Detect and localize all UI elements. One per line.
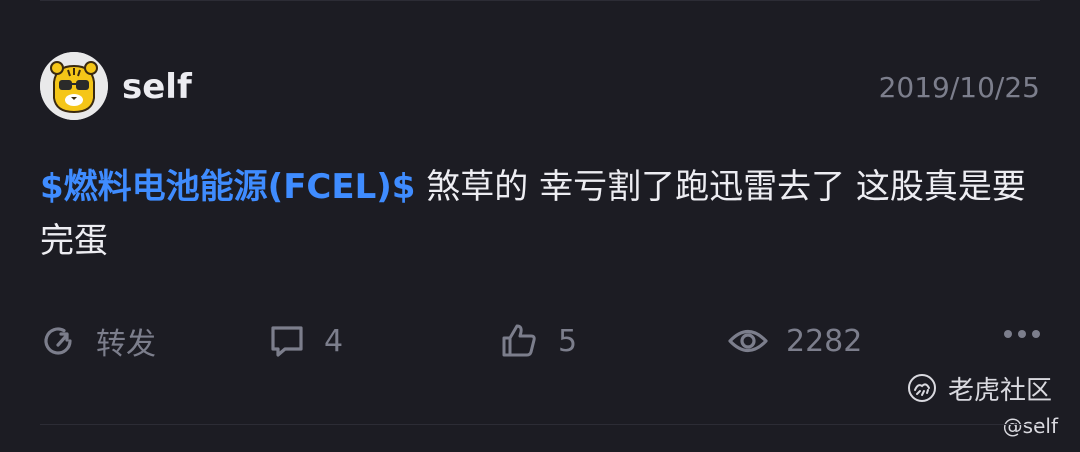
more-button[interactable] bbox=[1004, 330, 1040, 338]
username[interactable]: self bbox=[122, 66, 192, 108]
stock-tag-link[interactable]: $燃料电池能源(FCEL)$ bbox=[40, 167, 415, 207]
views-indicator: 2282 bbox=[728, 318, 862, 364]
watermark-brand: 老虎社区 bbox=[906, 370, 1052, 406]
bottom-divider bbox=[40, 424, 1040, 425]
like-count: 5 bbox=[558, 323, 578, 359]
repost-label: 转发 bbox=[96, 327, 156, 362]
comment-count: 4 bbox=[324, 323, 344, 359]
more-icon-dot bbox=[1032, 330, 1040, 338]
like-icon bbox=[502, 324, 536, 357]
watermark-brand-text: 老虎社区 bbox=[948, 375, 1053, 406]
more-icon-dot bbox=[1004, 330, 1012, 338]
more-icon-dot bbox=[1018, 330, 1026, 338]
post-date: 2019/10/25 bbox=[878, 71, 1040, 104]
top-divider bbox=[40, 0, 1040, 1]
watermark-handle: @self bbox=[1002, 414, 1058, 438]
like-button[interactable]: 5 bbox=[500, 318, 577, 364]
view-count: 2282 bbox=[786, 323, 863, 359]
post-content: $燃料电池能源(FCEL)$ 煞草的 幸亏割了跑迅雷去了 这股真是要完蛋 bbox=[40, 160, 1040, 268]
tiger-avatar-icon bbox=[40, 52, 108, 120]
comment-button[interactable]: 4 bbox=[268, 318, 343, 364]
views-icon bbox=[728, 329, 768, 353]
avatar[interactable] bbox=[40, 52, 108, 120]
repost-button[interactable]: 转发 bbox=[40, 318, 156, 364]
comment-icon bbox=[271, 326, 303, 357]
repost-icon bbox=[44, 327, 72, 355]
tiger-logo-icon bbox=[908, 374, 936, 402]
